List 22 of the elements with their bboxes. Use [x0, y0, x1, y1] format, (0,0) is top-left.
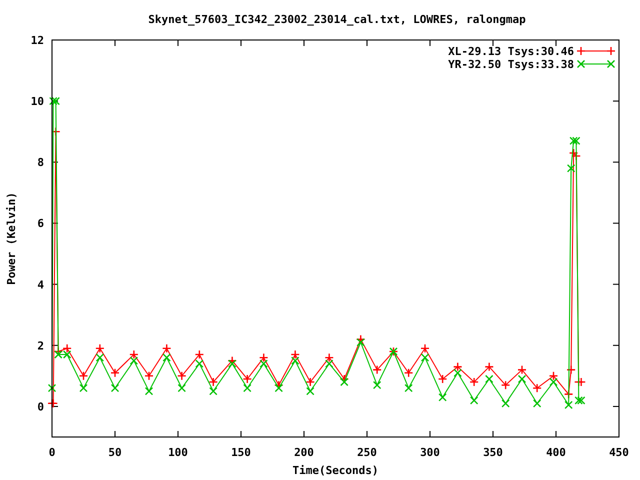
y-axis-label: Power (Kelvin) — [5, 192, 18, 285]
y-tick-label: 8 — [37, 156, 44, 170]
x-tick-label: 100 — [168, 446, 188, 459]
x-tick-label: 150 — [231, 446, 251, 459]
x-tick-label: 300 — [420, 446, 440, 459]
x-tick-label: 0 — [48, 446, 56, 459]
y-tick-label: 12 — [30, 34, 44, 47]
x-axis-label: Time(Seconds) — [292, 464, 379, 477]
y-tick-label: 10 — [30, 95, 44, 108]
x-tick-label: 50 — [108, 446, 122, 459]
chart-title: Skynet_57603_IC342_23002_23014_cal.txt, LOWRES, ralongmap — [148, 13, 526, 26]
y-tick-label: 0 — [37, 400, 44, 414]
y-tick-label: 6 — [37, 217, 44, 230]
legend-label: YR-32.50 Tsys:33.38 — [448, 58, 574, 71]
x-tick-label: 200 — [294, 446, 314, 459]
x-tick-label: 250 — [357, 446, 377, 459]
x-tick-label: 400 — [546, 446, 566, 459]
x-tick-label: 350 — [483, 446, 503, 459]
x-tick-label: 450 — [609, 446, 629, 459]
legend-label: XL-29.13 Tsys:30.46 — [448, 45, 574, 58]
y-tick-label: 4 — [37, 278, 44, 292]
y-tick-label: 2 — [37, 339, 44, 352]
